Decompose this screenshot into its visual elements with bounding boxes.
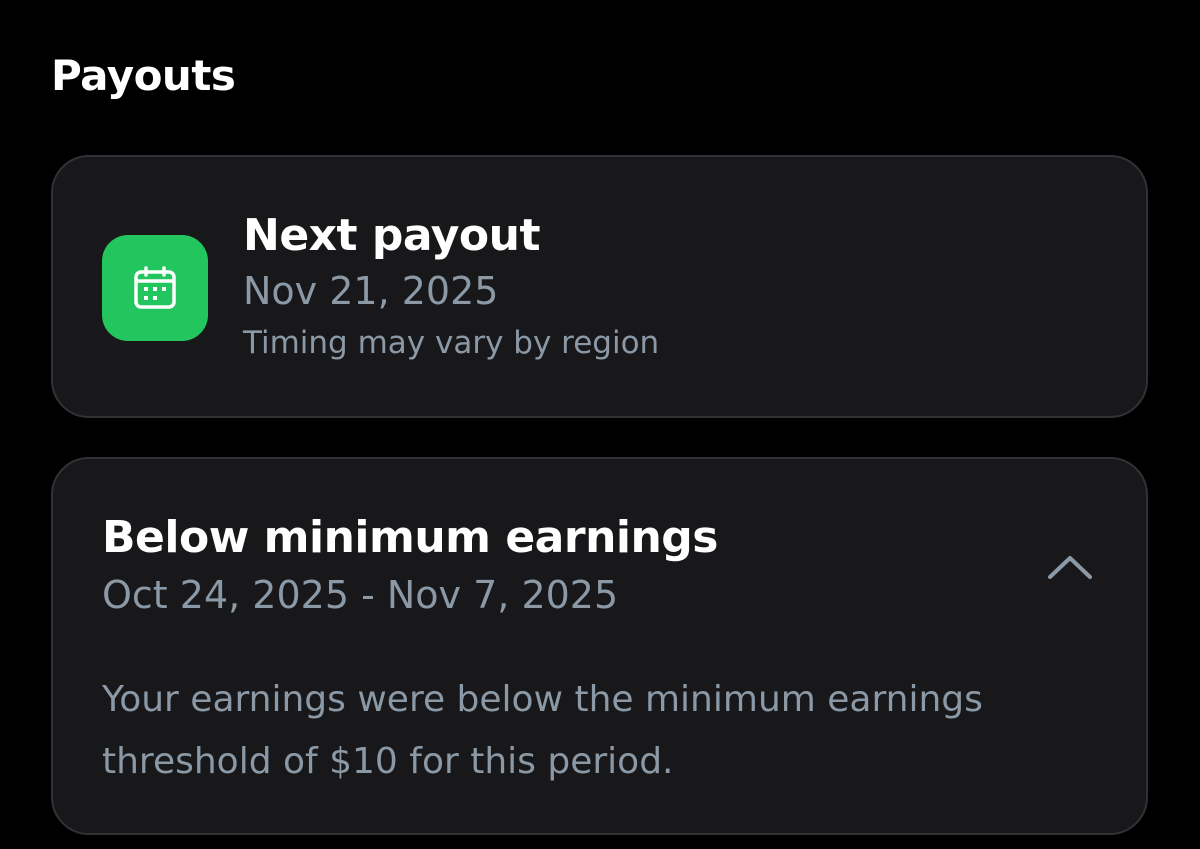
next-payout-title: Next payout [243, 210, 541, 261]
next-payout-card: Next payout Nov 21, 2025 Timing may vary… [51, 155, 1148, 418]
next-payout-note: Timing may vary by region [243, 325, 660, 361]
minimum-earnings-card: Below minimum earnings Oct 24, 2025 - No… [51, 457, 1148, 835]
minimum-earnings-title: Below minimum earnings [102, 512, 718, 563]
chevron-up-icon [1048, 556, 1092, 579]
calendar-icon [102, 235, 208, 341]
earnings-description: Your earnings were below the minimum ear… [102, 679, 983, 782]
page-title: Payouts [51, 51, 236, 100]
next-payout-date: Nov 21, 2025 [243, 269, 499, 313]
earnings-period: Oct 24, 2025 - Nov 7, 2025 [102, 573, 619, 617]
collapse-toggle-button[interactable] [1045, 547, 1095, 587]
